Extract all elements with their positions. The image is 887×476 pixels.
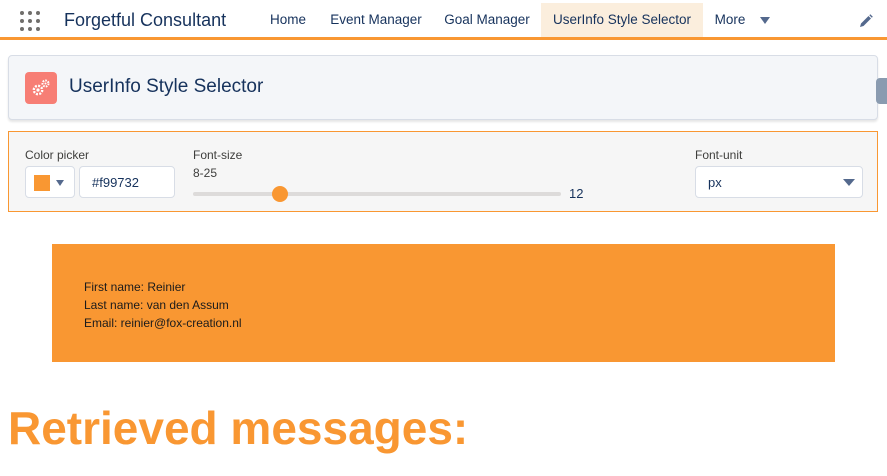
page-header: UserInfo Style Selector: [8, 55, 878, 120]
font-size-slider[interactable]: [193, 186, 561, 202]
utility-side-tab[interactable]: [876, 78, 887, 104]
global-navigation: Forgetful Consultant Home Event Manager …: [0, 0, 887, 40]
first-name-text: First name: Reinier: [84, 280, 186, 294]
retrieved-messages-heading: Retrieved messages:: [8, 402, 469, 454]
last-name-text: Last name: van den Assum: [84, 298, 229, 312]
email-text: Email: reinier@fox-creation.nl: [84, 316, 242, 330]
chevron-down-icon[interactable]: [760, 17, 770, 24]
font-size-label: Font-size: [193, 148, 243, 162]
hex-color-input[interactable]: [79, 166, 175, 198]
font-unit-label: Font-unit: [695, 148, 743, 162]
tab-event-manager[interactable]: Event Manager: [320, 3, 432, 37]
slider-thumb[interactable]: [271, 186, 288, 202]
page-title: UserInfo Style Selector: [69, 76, 264, 97]
color-swatch: [34, 175, 50, 191]
color-swatch-button[interactable]: [25, 166, 75, 198]
caret-down-icon: [56, 180, 64, 186]
app-name: Forgetful Consultant: [64, 10, 227, 30]
tab-userinfo-style-selector[interactable]: UserInfo Style Selector: [541, 3, 703, 37]
userinfo-box: First name: Reinier Last name: van den A…: [52, 244, 835, 362]
pencil-icon[interactable]: [859, 14, 873, 28]
tab-goal-manager[interactable]: Goal Manager: [433, 3, 541, 37]
chevron-down-icon: [843, 179, 855, 186]
app-launcher-icon[interactable]: [20, 11, 42, 33]
font-size-range: 8-25: [193, 166, 218, 180]
tab-more[interactable]: More: [706, 3, 754, 37]
color-picker-label: Color picker: [25, 148, 90, 162]
font-unit-select[interactable]: px: [695, 166, 863, 198]
gears-icon: [25, 72, 57, 104]
font-size-value: 12: [569, 186, 584, 201]
font-unit-value: px: [708, 175, 722, 190]
style-controls-panel: Color picker Font-size 8-25 12 Font-unit…: [8, 131, 878, 212]
tab-home[interactable]: Home: [257, 3, 319, 37]
